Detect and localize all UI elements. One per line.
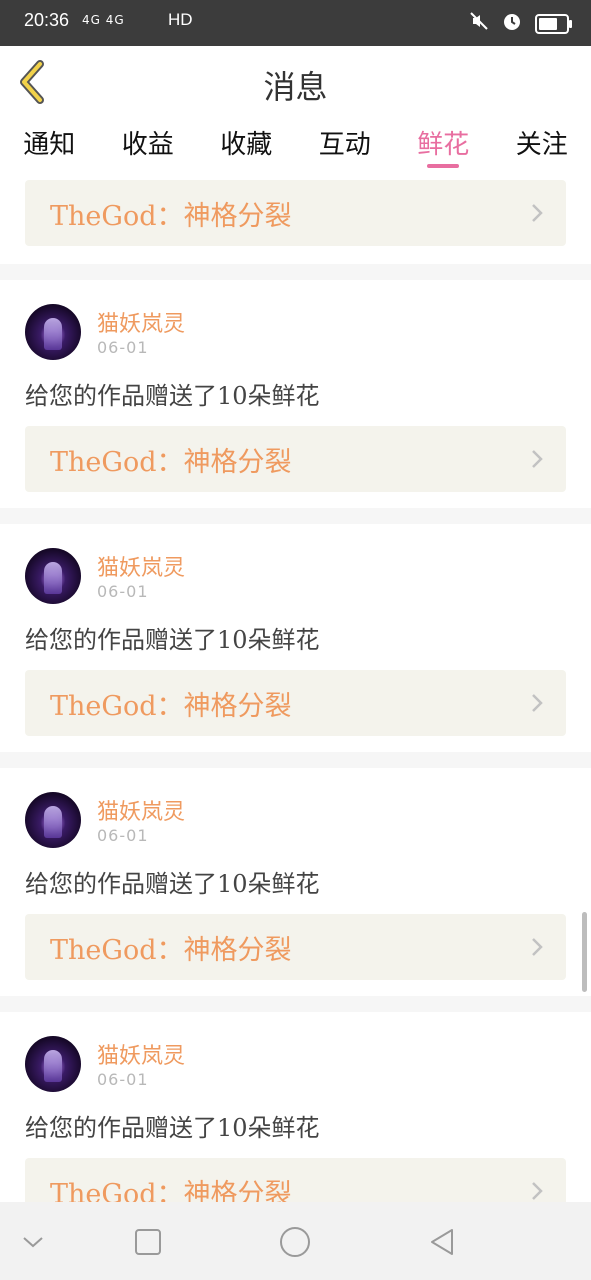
work-title: TheGod：神格分裂 — [50, 1179, 292, 1202]
message-text: 给您的作品赠送了10朵鲜花 — [25, 870, 320, 898]
list-item: 猫妖岚灵 06-01 给您的作品赠送了10朵鲜花 TheGod：神格分裂 — [0, 280, 591, 508]
list-item: 猫妖岚灵 06-01 给您的作品赠送了10朵鲜花 TheGod：神格分裂 — [0, 1012, 591, 1202]
hd-indicator: HD — [168, 10, 193, 29]
message-text: 给您的作品赠送了10朵鲜花 — [25, 382, 320, 410]
work-link[interactable]: TheGod：神格分裂 — [25, 426, 566, 492]
work-title: TheGod：神格分裂 — [50, 447, 292, 478]
avatar[interactable] — [25, 548, 81, 604]
message-date: 06-01 — [97, 582, 149, 601]
message-text: 给您的作品赠送了10朵鲜花 — [25, 1114, 320, 1142]
tab-bar: 通知 收益 收藏 互动 鲜花 关注 — [0, 118, 591, 180]
nav-recent-button[interactable] — [128, 1222, 168, 1262]
message-date: 06-01 — [97, 1070, 149, 1089]
chevron-right-icon — [532, 450, 543, 468]
mute-icon — [469, 11, 489, 36]
tab-favorites[interactable]: 收藏 — [197, 118, 296, 180]
work-link[interactable]: TheGod：神格分裂 — [25, 180, 566, 246]
avatar[interactable] — [25, 792, 81, 848]
battery-icon — [535, 13, 572, 34]
username[interactable]: 猫妖岚灵 — [97, 794, 185, 826]
work-link[interactable]: TheGod：神格分裂 — [25, 1158, 566, 1202]
message-text: 给您的作品赠送了10朵鲜花 — [25, 626, 320, 654]
page-title: 消息 — [263, 68, 328, 106]
scrollbar[interactable] — [582, 912, 587, 992]
tab-flowers[interactable]: 鲜花 — [394, 118, 493, 180]
work-title: TheGod：神格分裂 — [50, 935, 292, 966]
nav-circle-icon — [280, 1227, 310, 1257]
work-link[interactable]: TheGod：神格分裂 — [25, 914, 566, 980]
system-nav-bar — [0, 1202, 591, 1280]
header: 消息 — [0, 46, 591, 119]
chevron-right-icon — [532, 938, 543, 956]
status-time: 20:36 — [24, 10, 70, 30]
nav-back-triangle-icon — [431, 1229, 453, 1255]
username[interactable]: 猫妖岚灵 — [97, 1038, 185, 1070]
message-date: 06-01 — [97, 338, 149, 357]
tab-notifications[interactable]: 通知 — [0, 118, 99, 180]
chevron-right-icon — [532, 694, 543, 712]
work-link[interactable]: TheGod：神格分裂 — [25, 670, 566, 736]
list-item: TheGod：神格分裂 — [0, 180, 591, 264]
list-item: 猫妖岚灵 06-01 给您的作品赠送了10朵鲜花 TheGod：神格分裂 — [0, 524, 591, 752]
tab-follows[interactable]: 关注 — [493, 118, 591, 180]
chevron-right-icon — [532, 1182, 543, 1200]
list-item: 猫妖岚灵 06-01 给您的作品赠送了10朵鲜花 TheGod：神格分裂 — [0, 768, 591, 996]
avatar[interactable] — [25, 304, 81, 360]
nav-down-button[interactable] — [14, 1222, 54, 1262]
chevron-right-icon — [532, 204, 543, 222]
work-title: TheGod：神格分裂 — [50, 691, 292, 722]
username[interactable]: 猫妖岚灵 — [97, 306, 185, 338]
status-icons — [469, 10, 572, 37]
tab-earnings[interactable]: 收益 — [99, 118, 198, 180]
username[interactable]: 猫妖岚灵 — [97, 550, 185, 582]
message-date: 06-01 — [97, 826, 149, 845]
nav-back-button[interactable] — [422, 1222, 462, 1262]
tab-interactions[interactable]: 互动 — [296, 118, 395, 180]
avatar[interactable] — [25, 1036, 81, 1092]
nav-down-icon — [23, 1237, 43, 1248]
nav-square-icon — [135, 1229, 161, 1255]
nav-home-button[interactable] — [275, 1222, 315, 1262]
alarm-icon — [501, 10, 523, 37]
status-bar: 20:36 4G 4G HD — [0, 0, 591, 46]
network-signal-icon: 4G 4G — [82, 13, 125, 27]
message-list[interactable]: TheGod：神格分裂 猫妖岚灵 06-01 给您的作品赠送了10朵鲜花 The… — [0, 180, 591, 1202]
work-title: TheGod：神格分裂 — [50, 201, 292, 232]
